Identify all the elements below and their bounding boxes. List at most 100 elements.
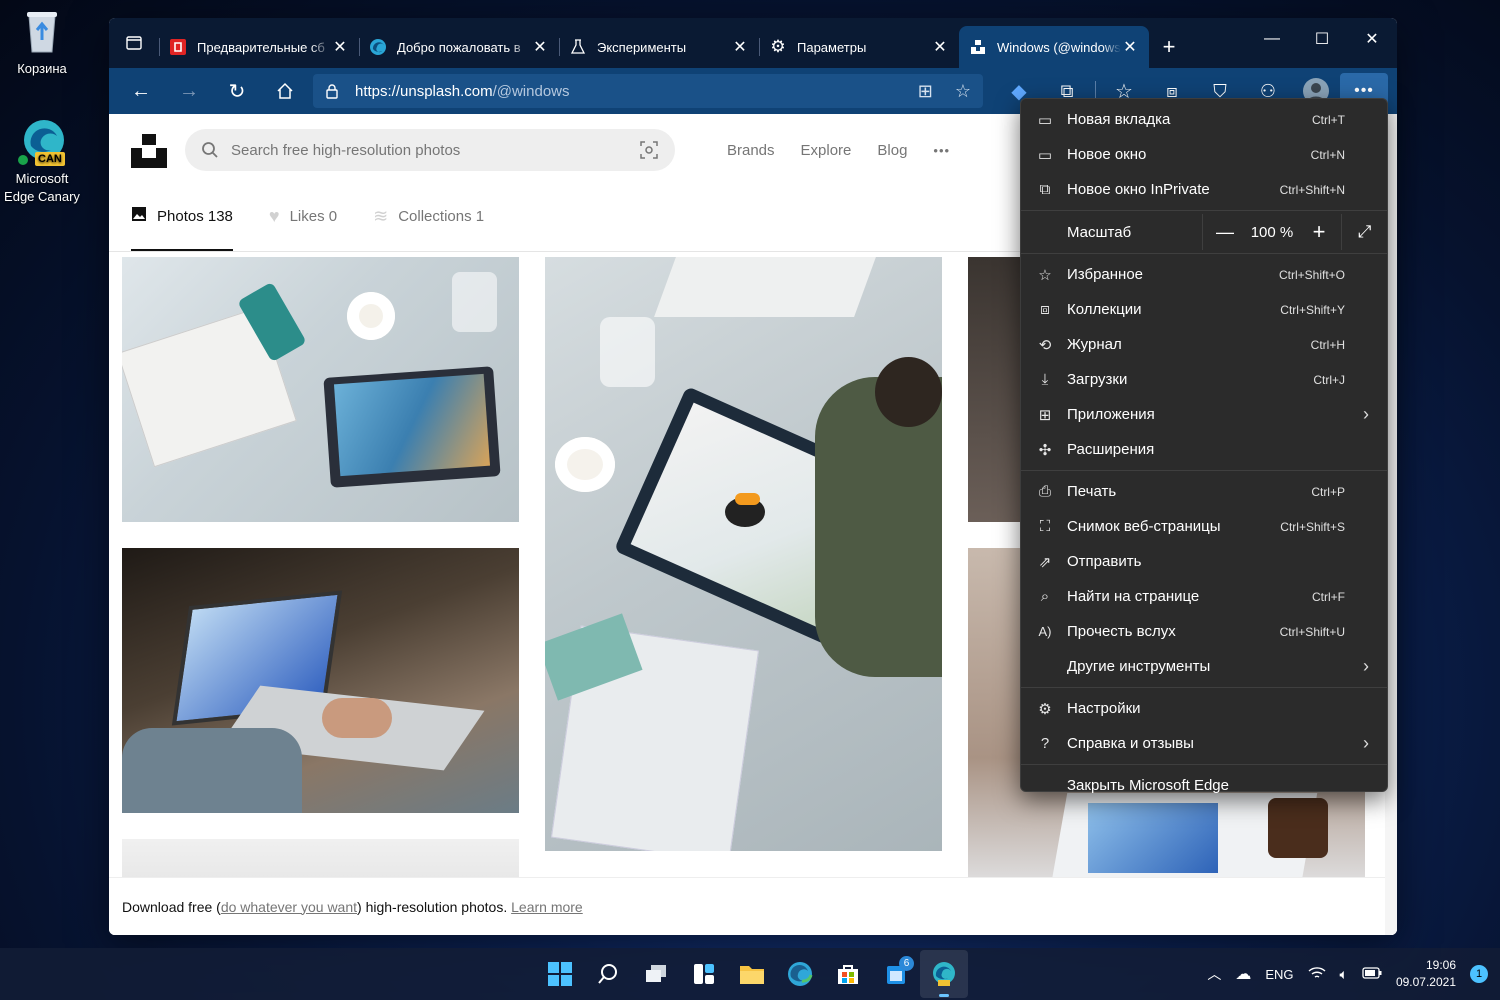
close-tab-icon[interactable]: ✕ xyxy=(931,37,949,57)
menu-new-tab[interactable]: ▭ Новая вкладка Ctrl+T xyxy=(1021,102,1387,137)
tab-settings[interactable]: ⚙ Параметры ✕ xyxy=(759,26,959,68)
zoom-in-button[interactable]: + xyxy=(1297,219,1341,245)
window-controls: — ☐ ✕ xyxy=(1247,18,1397,60)
task-view-button[interactable] xyxy=(632,950,680,998)
close-tab-icon[interactable]: ✕ xyxy=(331,37,349,57)
menu-extensions[interactable]: ✣ Расширения xyxy=(1021,432,1387,467)
forward-button[interactable]: → xyxy=(165,73,213,109)
footer-text-2: ) high-resolution photos. xyxy=(357,898,512,915)
recycle-bin-shortcut[interactable]: Корзина xyxy=(0,6,84,78)
nav-explore[interactable]: Explore xyxy=(801,142,852,159)
unsplash-logo[interactable] xyxy=(131,132,167,168)
menu-settings[interactable]: ⚙ Настройки xyxy=(1021,691,1387,726)
close-tab-icon[interactable]: ✕ xyxy=(1121,37,1139,57)
tab-office[interactable]: Предварительные сб ✕ xyxy=(159,26,359,68)
menu-downloads[interactable]: ⤓ Загрузки Ctrl+J xyxy=(1021,362,1387,397)
onedrive-icon[interactable]: ☁ xyxy=(1235,964,1251,984)
tab-photos[interactable]: Photos 138 xyxy=(131,199,233,251)
back-button[interactable]: ← xyxy=(117,73,165,109)
zoom-out-button[interactable]: — xyxy=(1203,222,1247,243)
tab-likes[interactable]: ♥ Likes 0 xyxy=(269,199,337,251)
menu-new-window[interactable]: ▭ Новое окно Ctrl+N xyxy=(1021,137,1387,172)
address-bar[interactable]: https://unsplash.com/@windows ⊞ ☆ xyxy=(313,74,983,108)
mail-badge: 6 xyxy=(899,956,914,971)
menu-close-edge[interactable]: Закрыть Microsoft Edge xyxy=(1021,768,1387,803)
menu-read-aloud[interactable]: A) Прочесть вслух Ctrl+Shift+U xyxy=(1021,614,1387,649)
unsplash-icon xyxy=(969,38,987,56)
mail-button[interactable]: 6 xyxy=(872,950,920,998)
menu-collections[interactable]: ⧈ Коллекции Ctrl+Shift+Y xyxy=(1021,292,1387,327)
start-button[interactable] xyxy=(536,950,584,998)
refresh-button[interactable]: ↻ xyxy=(213,73,261,109)
tab-welcome[interactable]: Добро пожаловать в ✕ xyxy=(359,26,559,68)
nav-blog[interactable]: Blog xyxy=(877,142,907,159)
battery-icon[interactable] xyxy=(1362,966,1382,982)
flask-icon xyxy=(569,38,587,56)
menu-more-tools[interactable]: Другие инструменты › xyxy=(1021,649,1387,684)
menu-favorites[interactable]: ☆ Избранное Ctrl+Shift+O xyxy=(1021,257,1387,292)
close-tab-icon[interactable]: ✕ xyxy=(731,37,749,57)
maximize-icon[interactable]: ☐ xyxy=(1297,18,1347,60)
volume-icon[interactable]: 🔈︎ xyxy=(1340,966,1348,983)
new-tab-button[interactable]: + xyxy=(1149,26,1189,68)
tab-actions-button[interactable] xyxy=(109,18,159,68)
read-aloud-icon: A) xyxy=(1038,624,1052,639)
new-window-icon: ▭ xyxy=(1037,146,1053,164)
wifi-icon[interactable] xyxy=(1308,966,1326,983)
file-explorer-button[interactable] xyxy=(728,950,776,998)
learn-more-link[interactable]: Learn more xyxy=(511,899,583,915)
photo-right-top[interactable] xyxy=(968,257,1028,522)
help-icon: ? xyxy=(1040,735,1050,752)
image-icon xyxy=(131,206,147,227)
chevron-up-icon[interactable]: ︿ xyxy=(1207,964,1221,984)
menu-history[interactable]: ⟲ Журнал Ctrl+H xyxy=(1021,327,1387,362)
license-link[interactable]: do whatever you want xyxy=(221,899,357,915)
tab-title: Параметры xyxy=(797,39,867,55)
menu-apps[interactable]: ⊞ Приложения › xyxy=(1021,397,1387,432)
close-window-icon[interactable]: ✕ xyxy=(1347,18,1397,60)
menu-new-inprivate[interactable]: ⧉ Новое окно InPrivate Ctrl+Shift+N xyxy=(1021,172,1387,207)
menu-find[interactable]: ⌕ Найти на странице Ctrl+F xyxy=(1021,579,1387,614)
tab-unsplash[interactable]: Windows (@windows) ✕ xyxy=(959,26,1149,68)
notification-badge[interactable]: 1 xyxy=(1470,965,1488,983)
home-button[interactable] xyxy=(261,73,309,109)
favorites-icon: ☆ xyxy=(1038,266,1052,284)
zoom-controls: — 100 % + ⤢ xyxy=(1202,214,1387,250)
menu-help[interactable]: ? Справка и отзывы › xyxy=(1021,726,1387,761)
top-nav: Brands Explore Blog ••• xyxy=(727,142,950,159)
url-path: /@windows xyxy=(492,82,570,100)
edge-canary-button[interactable] xyxy=(920,950,968,998)
edge-canary-shortcut[interactable]: CAN Microsoft Edge Canary xyxy=(0,116,84,206)
search-icon xyxy=(598,964,617,984)
photo-tablet-drawing[interactable] xyxy=(545,257,942,851)
tab-experiments[interactable]: Эксперименты ✕ xyxy=(559,26,759,68)
nav-brands[interactable]: Brands xyxy=(727,142,775,159)
menu-web-capture[interactable]: ⛶ Снимок веб-страницы Ctrl+Shift+S xyxy=(1021,509,1387,544)
fullscreen-icon[interactable]: ⤢ xyxy=(1341,214,1387,250)
menu-share[interactable]: ⇗ Отправить xyxy=(1021,544,1387,579)
edge-button[interactable] xyxy=(776,950,824,998)
recycle-bin-icon xyxy=(17,6,67,56)
add-favorite-icon[interactable]: ☆ xyxy=(955,81,971,102)
close-tab-icon[interactable]: ✕ xyxy=(531,37,549,57)
tab-collections[interactable]: ≋ Collections 1 xyxy=(373,199,484,251)
photo-tablet-desk[interactable] xyxy=(122,257,519,522)
search-placeholder: Search free high-resolution photos xyxy=(231,141,461,159)
search-bar[interactable]: Search free high-resolution photos xyxy=(185,129,675,171)
widgets-button[interactable] xyxy=(680,950,728,998)
language-indicator[interactable]: ENG xyxy=(1265,967,1293,982)
app-available-icon[interactable]: ⊞ xyxy=(918,81,933,102)
minimize-icon[interactable]: — xyxy=(1247,18,1297,60)
clock[interactable]: 19:06 09.07.2021 xyxy=(1396,957,1456,991)
photo-laptop-windows[interactable] xyxy=(122,548,519,813)
menu-print[interactable]: ⎙ Печать Ctrl+P xyxy=(1021,474,1387,509)
chevron-right-icon: › xyxy=(1363,656,1369,676)
visual-search-icon[interactable] xyxy=(639,140,659,160)
menu-divider xyxy=(1021,687,1387,688)
store-button[interactable] xyxy=(824,950,872,998)
windows-start-icon xyxy=(548,962,572,986)
photos-count: Photos 138 xyxy=(157,207,233,225)
search-button[interactable] xyxy=(584,950,632,998)
nav-more[interactable]: ••• xyxy=(933,143,950,158)
widgets-icon xyxy=(694,964,714,984)
